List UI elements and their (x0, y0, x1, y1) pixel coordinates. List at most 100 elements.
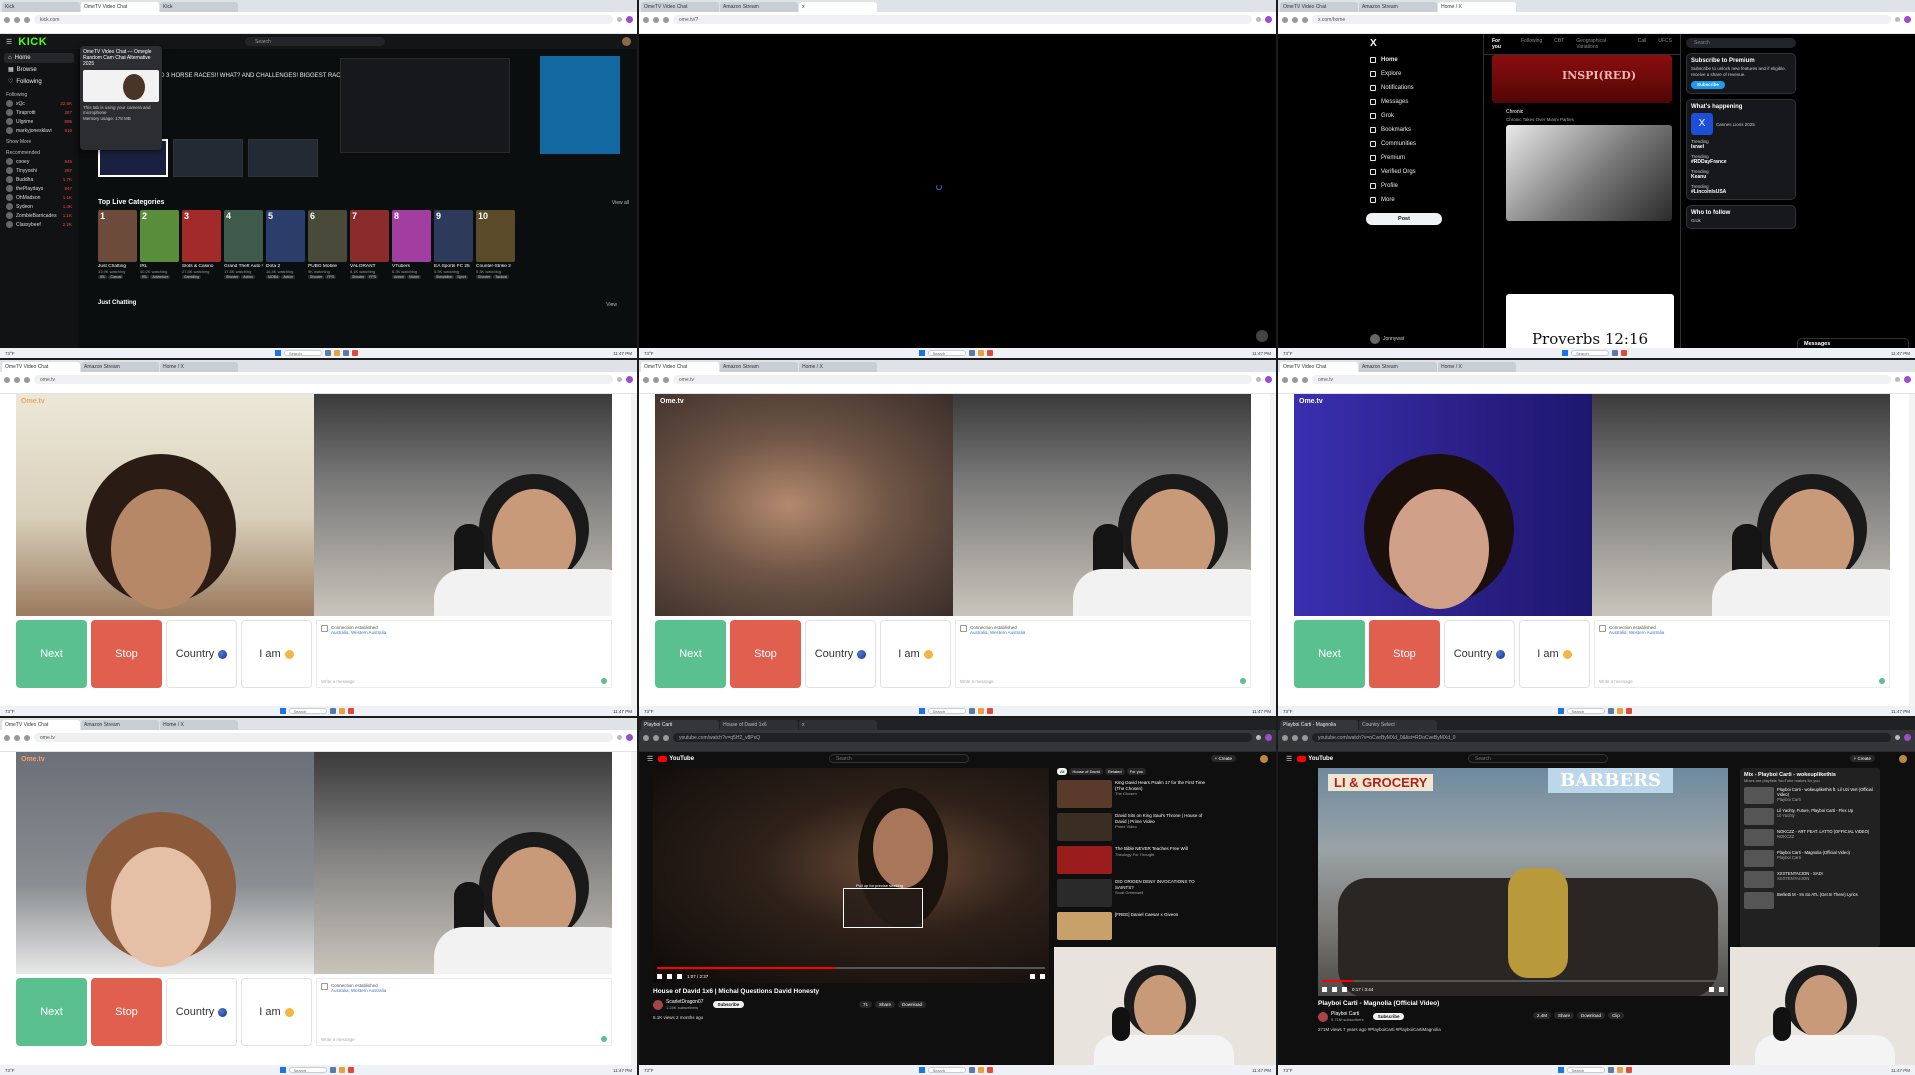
x-nav-item[interactable]: Notifications (1366, 81, 1446, 95)
progress-bar[interactable] (1322, 980, 1724, 982)
reload-icon[interactable] (24, 734, 30, 741)
sidebar-channel[interactable]: Tinyyoshi 287 (6, 167, 72, 174)
trend-item[interactable]: Trending #LincolnIsUSA (1691, 184, 1791, 195)
extension-icon[interactable] (1895, 17, 1900, 22)
category-tag[interactable]: FPS (367, 275, 379, 279)
chat-input[interactable]: Write a message (960, 679, 994, 684)
channel-avatar[interactable] (653, 999, 663, 1010)
taskbar-search[interactable]: Search (288, 708, 327, 714)
stop-button[interactable]: Stop (91, 978, 162, 1046)
reload-icon[interactable] (24, 376, 30, 383)
url-field[interactable]: ome.tv (34, 733, 613, 742)
browser-tab[interactable]: Amazon Stream (720, 362, 798, 372)
tweet-image[interactable]: Proverbs 12:16 (1506, 294, 1674, 348)
menu-icon[interactable]: ☰ (647, 755, 653, 763)
subscribe-button[interactable]: Subscribe (1691, 81, 1725, 89)
reload-icon[interactable] (1302, 734, 1308, 741)
extension-icon[interactable] (1256, 377, 1261, 382)
browser-tab[interactable]: OmeTV Video Chat (2, 720, 80, 730)
weather-widget[interactable]: 73°F (1283, 709, 1305, 714)
subscribe-button[interactable]: Subscribe (712, 1001, 745, 1008)
recommended-video[interactable]: [FREE] Daniel Caesar x Giveon (1057, 912, 1207, 940)
browser-icon[interactable] (338, 1067, 345, 1073)
sidebar-channel[interactable]: Tiraprotti 287 (6, 109, 72, 116)
ometv-logo[interactable]: Ome.tv (21, 398, 45, 405)
carousel-thumb[interactable] (248, 139, 318, 177)
back-icon[interactable] (4, 16, 10, 23)
x-nav-item[interactable]: More (1366, 193, 1446, 207)
back-icon[interactable] (643, 376, 649, 383)
category-tag[interactable]: IRL (98, 275, 108, 279)
taskbar-search[interactable]: Search (1566, 708, 1605, 714)
recommended-video[interactable]: David Sits on King Saul's Throne | House… (1057, 813, 1207, 841)
profile-avatar[interactable] (626, 376, 633, 383)
extension-icon[interactable] (1256, 735, 1261, 740)
chrome-icon[interactable] (1621, 350, 1627, 356)
back-icon[interactable] (643, 734, 649, 741)
taskbar-clock[interactable]: 11:47 PM (1884, 1068, 1910, 1073)
browser-tab[interactable]: Amazon Stream (1359, 2, 1437, 12)
file-explorer-icon[interactable] (329, 708, 336, 714)
ext-button[interactable] (1256, 330, 1268, 342)
ometv-logo[interactable]: Ome.tv (21, 756, 45, 763)
mix-item[interactable]: XXXTENTACION - SAD! XXXTENTACION (1744, 871, 1876, 888)
windows-start-icon[interactable] (918, 1067, 925, 1073)
feed-tab[interactable]: Geographical Variations (1576, 38, 1626, 50)
subscribe-button[interactable]: Subscribe (1372, 1013, 1405, 1020)
category-tag[interactable]: Vtuber (406, 275, 422, 279)
forward-icon[interactable] (1292, 16, 1298, 23)
kick-logo[interactable]: KICK (18, 36, 47, 48)
tweet-author[interactable]: Chronic (1506, 109, 1672, 115)
feed-tab[interactable]: CBT (1554, 38, 1564, 50)
windows-start-icon[interactable] (279, 1067, 286, 1073)
featured-stream-title[interactable]: ...GULT AND 3 HORSE RACES!! WHAT? AND CH… (130, 72, 360, 88)
chrome-icon[interactable] (347, 1067, 354, 1073)
search-input[interactable]: Search (1686, 38, 1796, 48)
filter-chip[interactable]: All (1057, 768, 1068, 775)
extension-icon[interactable] (617, 377, 622, 382)
next-button[interactable]: Next (1294, 620, 1365, 688)
i-am-button[interactable]: I am (880, 620, 951, 688)
next-button[interactable]: Next (16, 620, 87, 688)
file-explorer-icon[interactable] (1607, 708, 1614, 714)
feed-tab[interactable]: UFCS (1658, 38, 1672, 50)
taskbar-clock[interactable]: 11:47 PM (1245, 709, 1271, 714)
carousel-thumb[interactable] (173, 139, 243, 177)
category-card[interactable]: 5 Dota 2 16.4K watching MOBA Action (266, 210, 305, 279)
category-card[interactable]: 4 Grand Theft Auto V 17.8K watching Shooter… (224, 210, 263, 279)
search-input[interactable]: Search (245, 37, 385, 46)
avatar[interactable] (1260, 755, 1268, 763)
store-icon[interactable] (343, 350, 349, 356)
category-tag[interactable]: Sport (455, 275, 468, 279)
x-nav-item[interactable]: Profile (1366, 179, 1446, 193)
profile-avatar[interactable] (626, 734, 633, 741)
category-image[interactable]: 9 (434, 210, 473, 262)
weather-widget[interactable]: 73°F (5, 1068, 27, 1073)
ometv-logo[interactable]: Ome.tv (660, 398, 684, 405)
post-button[interactable]: Post (1366, 213, 1442, 225)
ometv-logo[interactable]: Ome.tv (1299, 398, 1323, 405)
url-field[interactable]: youtube.com/watch?v=oCveByMXd_0&list=RDo… (1312, 733, 1891, 742)
url-field[interactable]: kick.com (34, 15, 613, 24)
pause-icon[interactable] (657, 973, 662, 979)
taskbar-clock[interactable]: 11:47 PM (1884, 351, 1910, 356)
windows-start-icon[interactable] (1557, 1067, 1564, 1073)
category-tag[interactable]: MOBA (266, 275, 281, 279)
x-nav-item[interactable]: Messages (1366, 95, 1446, 109)
action-button[interactable]: Share (875, 1001, 896, 1008)
category-image[interactable]: 1 (98, 210, 137, 262)
weather-widget[interactable]: 73°F (644, 351, 666, 356)
category-card[interactable]: 6 PUBG Mobile 9K watching Shooter FPS (308, 210, 347, 279)
action-button[interactable]: 71 (859, 1001, 873, 1008)
weather-widget[interactable]: 73°F (5, 709, 27, 714)
category-tag[interactable]: Action (241, 275, 255, 279)
category-card[interactable]: 1 Just Chatting 33.9K watching IRL Casual (98, 210, 137, 279)
send-icon[interactable] (601, 1036, 607, 1042)
send-icon[interactable] (1240, 678, 1246, 684)
youtube-logo[interactable]: YouTube (658, 756, 694, 762)
trend-item[interactable]: Trending #RDDayFrance (1691, 154, 1791, 165)
back-icon[interactable] (4, 376, 10, 383)
reload-icon[interactable] (1302, 16, 1308, 23)
profile-avatar[interactable] (1265, 734, 1272, 741)
extension-icon[interactable] (617, 735, 622, 740)
